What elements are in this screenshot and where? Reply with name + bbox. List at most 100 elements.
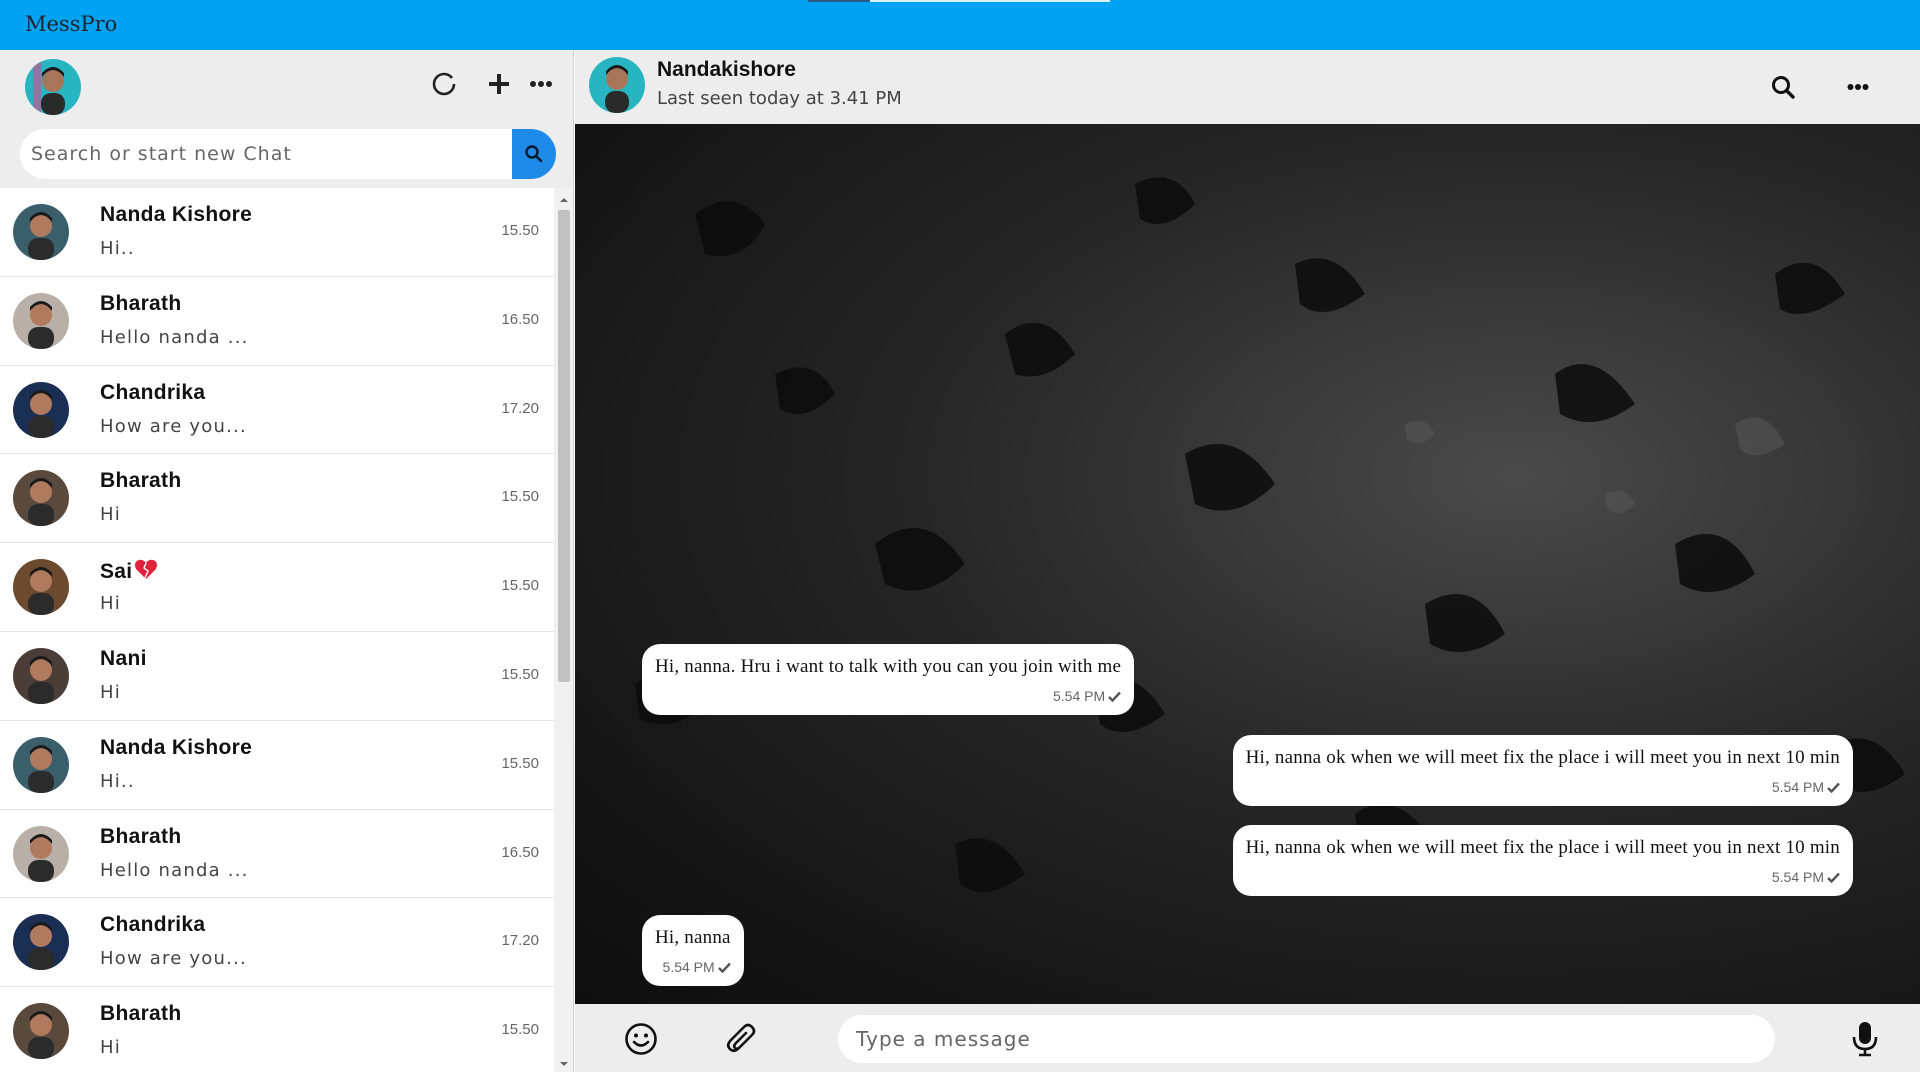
chat-last-message: Hi.. bbox=[100, 770, 135, 792]
emoji-icon[interactable] bbox=[623, 1021, 659, 1057]
message-time: 5.54 PM bbox=[1771, 779, 1824, 795]
chat-list-scrollbar[interactable] bbox=[554, 188, 573, 1072]
chat-last-message: Hi bbox=[100, 504, 121, 526]
check-icon bbox=[1827, 870, 1840, 886]
message-text: Hi, nanna bbox=[655, 927, 731, 948]
chat-contact-name: Bharath bbox=[100, 291, 182, 315]
chat-list: Nanda Kishore Hi.. 15.50 Bharath Hello nanda… bbox=[0, 188, 554, 1072]
message-text: Hi, nanna ok when we will meet fix the p… bbox=[1245, 837, 1840, 858]
sidebar-header bbox=[0, 50, 573, 119]
microphone-icon[interactable] bbox=[1847, 1021, 1883, 1057]
chat-avatar bbox=[13, 647, 69, 704]
chat-time: 15.50 bbox=[501, 1021, 539, 1039]
attachment-icon[interactable] bbox=[725, 1021, 761, 1057]
scroll-up-arrow-icon[interactable] bbox=[554, 192, 573, 208]
chat-time: 15.50 bbox=[501, 665, 539, 683]
chat-last-message: Hi bbox=[100, 681, 121, 703]
chat-last-message: Hi bbox=[100, 593, 121, 615]
contact-avatar[interactable] bbox=[589, 57, 645, 113]
chat-time: 15.50 bbox=[501, 222, 539, 239]
chat-avatar bbox=[13, 381, 69, 438]
chat-time: 15.50 bbox=[501, 577, 539, 595]
chat-avatar bbox=[13, 1003, 69, 1060]
search-icon[interactable] bbox=[1768, 72, 1798, 102]
chat-avatar bbox=[13, 292, 69, 349]
chat-contact-name: Bharath bbox=[100, 469, 182, 493]
chat-contact-name: Bharath bbox=[100, 1002, 182, 1026]
chat-sidebar: Nanda Kishore Hi.. 15.50 Bharath Hello nanda… bbox=[0, 50, 574, 1072]
heart-icon bbox=[134, 558, 158, 586]
chat-time: 17.20 bbox=[501, 399, 539, 417]
chat-time: 15.50 bbox=[501, 488, 539, 506]
progress-indicator-track bbox=[870, 0, 1110, 2]
chat-list-item[interactable]: Bharath Hi 15.50 bbox=[0, 454, 554, 544]
chat-list-item[interactable]: Chandrika How are you... 17.20 bbox=[0, 365, 554, 455]
chat-contact-name: Sai bbox=[100, 558, 158, 586]
chat-time: 16.50 bbox=[501, 310, 539, 328]
incoming-message-bubble[interactable]: Hi, nanna 5.54 PM bbox=[642, 915, 744, 986]
message-meta: 5.54 PM bbox=[655, 688, 1122, 705]
chat-contact-name: Nani bbox=[100, 646, 147, 670]
message-time: 5.54 PM bbox=[662, 959, 715, 975]
message-time: 5.54 PM bbox=[1771, 869, 1824, 885]
message-meta: 5.54 PM bbox=[1246, 869, 1840, 886]
incoming-message-bubble[interactable]: Hi, nanna. Hru i want to talk with you c… bbox=[642, 644, 1135, 715]
chat-avatar bbox=[13, 825, 69, 882]
outgoing-message-bubble[interactable]: Hi, nanna ok when we will meet fix the p… bbox=[1232, 825, 1853, 896]
chat-list-item[interactable]: Bharath Hello nanda ... 16.50 bbox=[0, 809, 554, 899]
chat-contact-name: Bharath bbox=[100, 824, 182, 848]
message-meta: 5.54 PM bbox=[655, 959, 731, 976]
chat-last-message: How are you... bbox=[100, 415, 247, 437]
chat-list-item[interactable]: Chandrika How are you... 17.20 bbox=[0, 898, 554, 988]
chat-list-item[interactable]: Nanda Kishore Hi.. 15.50 bbox=[0, 188, 554, 277]
check-icon bbox=[717, 960, 731, 976]
message-composer bbox=[575, 1004, 1920, 1072]
my-avatar[interactable] bbox=[25, 59, 81, 115]
check-icon bbox=[1827, 780, 1840, 796]
refresh-icon[interactable] bbox=[429, 69, 459, 99]
message-meta: 5.54 PM bbox=[1246, 779, 1840, 796]
chat-list-item[interactable]: Bharath Hello nanda ... 16.50 bbox=[0, 276, 554, 366]
chat-list-item[interactable]: Nani Hi 15.50 bbox=[0, 631, 554, 721]
more-icon[interactable] bbox=[1843, 72, 1873, 102]
last-seen-status: Last seen today at 3.41 PM bbox=[657, 88, 902, 109]
chat-time: 16.50 bbox=[501, 843, 539, 861]
search-button[interactable] bbox=[512, 129, 556, 179]
message-text: Hi, nanna ok when we will meet fix the p… bbox=[1245, 747, 1840, 768]
app-title: MessPro bbox=[25, 12, 118, 36]
message-text: Hi, nanna. Hru i want to talk with you c… bbox=[655, 656, 1122, 677]
chat-avatar bbox=[13, 204, 69, 260]
contact-name: Nandakishore bbox=[657, 58, 796, 81]
chat-list-item[interactable]: Sai Hi 15.50 bbox=[0, 543, 554, 632]
chat-avatar bbox=[13, 736, 69, 793]
check-icon bbox=[1108, 689, 1122, 705]
search-icon bbox=[525, 145, 543, 163]
chat-last-message: Hello nanda ... bbox=[100, 859, 249, 881]
chat-last-message: Hello nanda ... bbox=[100, 326, 249, 348]
scroll-down-arrow-icon[interactable] bbox=[554, 1056, 573, 1072]
chat-last-message: How are you... bbox=[100, 948, 247, 970]
chat-avatar bbox=[13, 914, 69, 971]
search-input[interactable] bbox=[20, 129, 512, 179]
chat-time: 15.50 bbox=[501, 754, 539, 772]
outgoing-message-bubble[interactable]: Hi, nanna ok when we will meet fix the p… bbox=[1232, 735, 1853, 806]
message-area[interactable]: Hi, nanna. Hru i want to talk with you c… bbox=[575, 124, 1920, 1004]
chat-avatar bbox=[13, 559, 69, 616]
app-titlebar: MessPro bbox=[0, 0, 1920, 50]
chat-list-item[interactable]: Bharath Hi 15.50 bbox=[0, 987, 554, 1072]
conversation-header: Nandakishore Last seen today at 3.41 PM bbox=[575, 50, 1920, 124]
more-icon[interactable] bbox=[526, 69, 556, 99]
chat-last-message: Hi.. bbox=[100, 238, 135, 259]
chat-last-message: Hi bbox=[100, 1037, 121, 1059]
chat-list-item[interactable]: Nanda Kishore Hi.. 15.50 bbox=[0, 720, 554, 810]
message-input[interactable] bbox=[838, 1015, 1775, 1063]
chat-contact-name: Chandrika bbox=[100, 913, 206, 937]
chat-time: 17.20 bbox=[501, 932, 539, 950]
progress-indicator bbox=[808, 0, 870, 2]
chat-contact-name: Chandrika bbox=[100, 380, 206, 404]
plus-icon[interactable] bbox=[484, 69, 514, 99]
scroll-thumb[interactable] bbox=[558, 210, 570, 682]
chat-contact-name: Nanda Kishore bbox=[100, 735, 253, 759]
chat-contact-name: Nanda Kishore bbox=[100, 203, 253, 226]
message-time: 5.54 PM bbox=[1053, 688, 1106, 704]
